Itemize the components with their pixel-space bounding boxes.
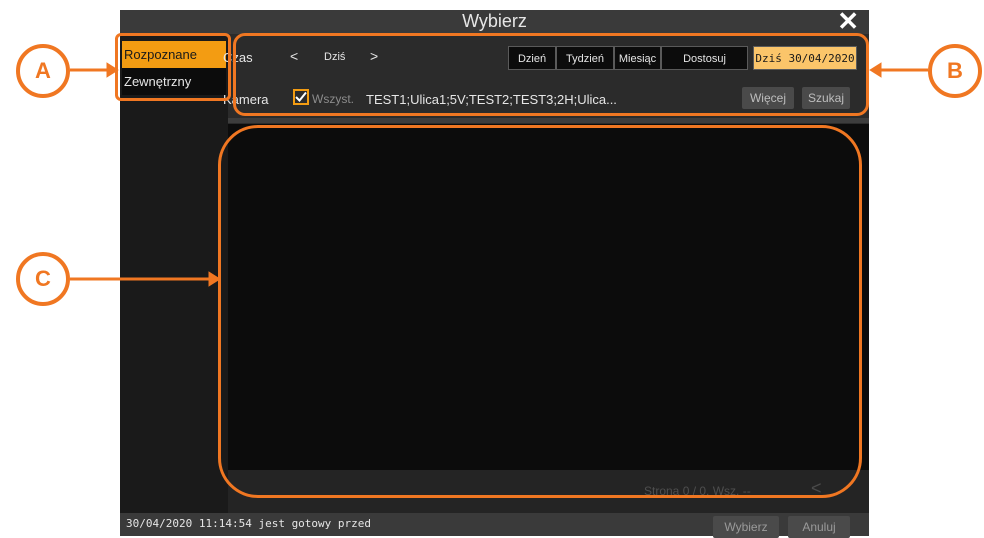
arrow-head-b: [869, 62, 882, 78]
arrow-head-a: [106, 62, 119, 78]
callout-label-a: A: [16, 44, 70, 98]
arrow-head-c: [208, 271, 221, 287]
callout-label-b: B: [928, 44, 982, 98]
callout-label-c: C: [16, 252, 70, 306]
callout-arrows: [70, 62, 928, 287]
